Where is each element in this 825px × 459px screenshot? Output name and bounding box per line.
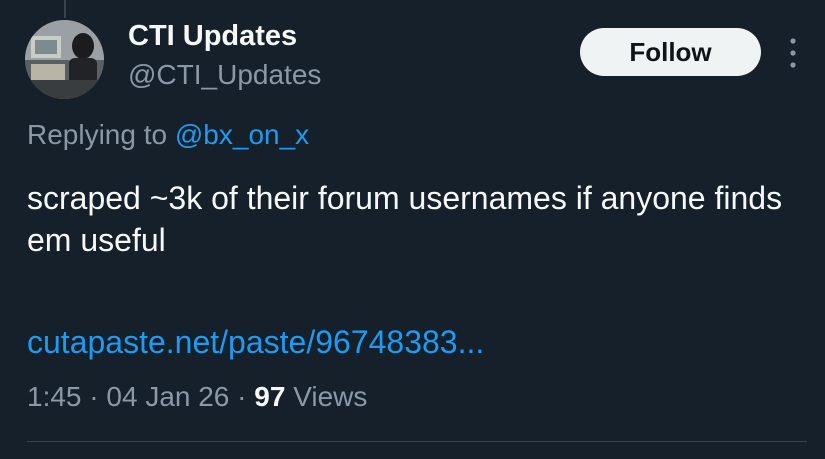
- thread-connector-line: [64, 0, 66, 18]
- divider: [27, 441, 807, 442]
- replying-to-line: Replying to @bx_on_x: [27, 119, 309, 151]
- user-handle[interactable]: @CTI_Updates: [128, 59, 321, 91]
- views-count: 97: [254, 381, 286, 412]
- tweet-meta: 1:45 · 04 Jan 26 · 97 Views: [27, 381, 367, 413]
- more-vertical-icon[interactable]: [783, 36, 803, 70]
- reply-target-link[interactable]: @bx_on_x: [175, 119, 309, 150]
- avatar[interactable]: [25, 20, 104, 99]
- tweet-date[interactable]: 04 Jan 26: [106, 381, 229, 412]
- replying-to-label: Replying to: [27, 119, 168, 150]
- meta-separator: ·: [237, 381, 247, 412]
- views-label: Views: [293, 381, 368, 412]
- tweet-link[interactable]: cutapaste.net/paste/96748383...: [27, 324, 484, 361]
- meta-separator: ·: [89, 381, 99, 412]
- avatar-image-icon: [25, 20, 104, 99]
- display-name[interactable]: CTI Updates: [128, 20, 297, 53]
- follow-button[interactable]: Follow: [580, 28, 761, 76]
- tweet-time[interactable]: 1:45: [27, 381, 82, 412]
- tweet-text: scraped ~3k of their forum usernames if …: [27, 180, 783, 258]
